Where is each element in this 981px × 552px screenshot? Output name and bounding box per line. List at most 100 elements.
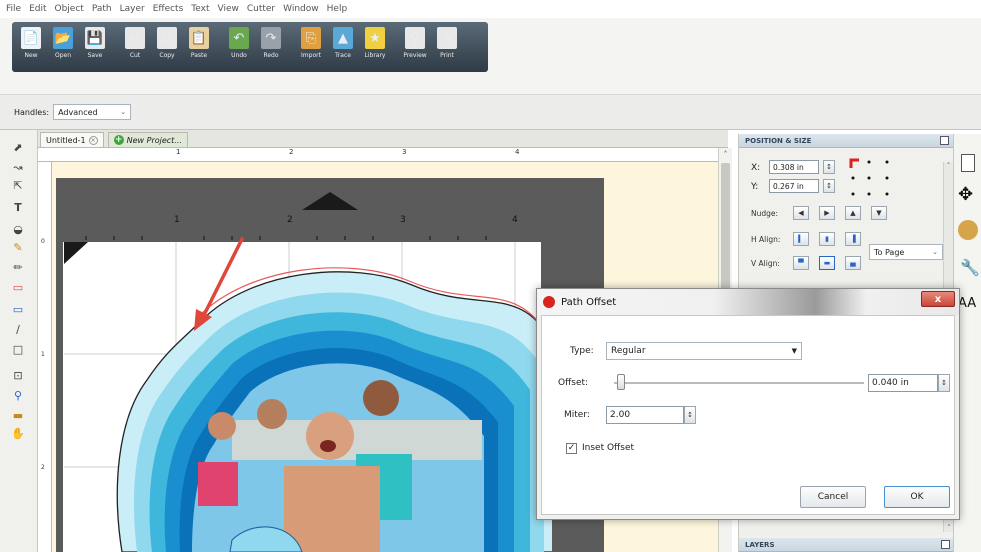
crop-tool-icon[interactable]: ⊡ bbox=[10, 368, 26, 382]
menu-bar: File Edit Object Path Layer Effects Text View Cu… bbox=[0, 0, 981, 18]
zoom-tool-icon[interactable]: ⚲ bbox=[10, 388, 26, 402]
node-edit-icon[interactable]: ⇱ bbox=[10, 178, 26, 192]
shape-tool-icon[interactable]: ▭ bbox=[10, 302, 26, 316]
inset-offset-checkbox[interactable]: ✓ bbox=[566, 443, 577, 454]
group-select-icon[interactable]: ↝ bbox=[10, 160, 26, 174]
brush-tool-icon[interactable]: ✏ bbox=[10, 260, 26, 274]
text-style-icon[interactable]: AA bbox=[958, 296, 976, 311]
offset-slider-thumb[interactable] bbox=[616, 374, 625, 390]
menu-item-edit[interactable]: Edit bbox=[29, 4, 46, 14]
menu-item-cutter[interactable]: Cutter bbox=[247, 4, 275, 14]
y-field[interactable]: 0.267 in bbox=[769, 179, 819, 193]
menu-item-text[interactable]: Text bbox=[191, 4, 209, 14]
layers-panel[interactable]: LAYERS bbox=[739, 538, 954, 552]
open-button[interactable]: 📂 Open bbox=[48, 25, 78, 69]
person-4-body bbox=[284, 466, 380, 552]
person-1 bbox=[208, 412, 236, 440]
nudge-up-icon[interactable]: ▲ bbox=[845, 206, 861, 220]
pen-tool-icon[interactable]: ◒ bbox=[10, 222, 26, 236]
menu-item-window[interactable]: Window bbox=[283, 4, 319, 14]
align-to-select[interactable]: To Page ⌄ bbox=[869, 244, 943, 260]
mat-feed-arrow-icon bbox=[302, 192, 358, 210]
app-logo-icon bbox=[543, 296, 555, 308]
tab-new-project[interactable]: + New Project... bbox=[107, 132, 188, 147]
scroll-up-icon[interactable]: ˄ bbox=[719, 150, 732, 159]
dialog-close-button[interactable]: x bbox=[921, 291, 955, 307]
cancel-button[interactable]: Cancel bbox=[800, 486, 866, 508]
scroll-up-icon[interactable]: ˄ bbox=[944, 162, 953, 170]
ruler-left-number: 0 bbox=[41, 238, 45, 245]
print-button[interactable]: ✎ Print bbox=[432, 25, 462, 69]
valign-label: V Align: bbox=[751, 259, 780, 268]
red-arrow-annotation bbox=[194, 237, 244, 331]
nudge-down-icon[interactable]: ▼ bbox=[871, 206, 887, 220]
paste-button[interactable]: 📋 Paste bbox=[184, 25, 214, 69]
miter-spinner[interactable]: ↕ bbox=[684, 406, 696, 424]
knife-tool-icon[interactable]: ∕ bbox=[10, 322, 26, 336]
menu-item-object[interactable]: Object bbox=[55, 4, 84, 14]
align-right-icon[interactable]: ▐ bbox=[845, 232, 861, 246]
offset-slider-track[interactable] bbox=[614, 382, 864, 384]
layered-wave-design[interactable] bbox=[52, 240, 552, 552]
align-top-icon[interactable]: ▀ bbox=[793, 256, 809, 270]
align-middle-v-icon[interactable]: ▬ bbox=[819, 256, 835, 270]
menu-item-view[interactable]: View bbox=[217, 4, 238, 14]
palette-icon[interactable] bbox=[958, 220, 978, 240]
ok-button[interactable]: OK bbox=[884, 486, 950, 508]
close-icon[interactable]: × bbox=[88, 135, 98, 145]
align-center-h-icon[interactable]: ▮ bbox=[819, 232, 835, 246]
panel-options-icon[interactable] bbox=[940, 136, 949, 145]
ruler-top bbox=[38, 148, 718, 162]
dialog-titlebar[interactable]: Path Offset bbox=[537, 289, 959, 315]
menu-item-effects[interactable]: Effects bbox=[153, 4, 184, 14]
toolbar-label: Print bbox=[440, 52, 454, 59]
offset-label: Offset: bbox=[558, 378, 589, 388]
new-button[interactable]: 📄 New bbox=[16, 25, 46, 69]
text-tool-icon[interactable]: T bbox=[10, 200, 26, 214]
hand-tool-icon[interactable]: ✋ bbox=[10, 426, 26, 440]
anchor-point-grid[interactable] bbox=[849, 158, 895, 198]
measure-tool-icon[interactable]: ▬ bbox=[10, 408, 26, 422]
miter-field[interactable]: 2.00 bbox=[606, 406, 684, 424]
save-button[interactable]: 💾 Save bbox=[80, 25, 110, 69]
import-button[interactable]: ⎘ Import bbox=[296, 25, 326, 69]
menu-item-help[interactable]: Help bbox=[327, 4, 348, 14]
layers-header[interactable]: LAYERS bbox=[739, 538, 954, 552]
menu-item-layer[interactable]: Layer bbox=[120, 4, 145, 14]
menu-item-path[interactable]: Path bbox=[92, 4, 112, 14]
chevron-down-icon: ⌄ bbox=[932, 248, 938, 256]
eraser-tool-icon[interactable]: ▭ bbox=[10, 280, 26, 294]
type-select[interactable]: Regular ▼ bbox=[606, 342, 802, 360]
position-size-header[interactable]: POSITION & SIZE bbox=[739, 134, 953, 148]
panel-options-icon[interactable] bbox=[941, 540, 950, 549]
pencil-tool-icon[interactable]: ✎ bbox=[10, 240, 26, 254]
wrench-icon[interactable]: 🔧 bbox=[960, 258, 980, 277]
offset-field[interactable]: 0.040 in bbox=[868, 374, 938, 392]
rectangle-tool-icon[interactable]: □ bbox=[10, 342, 26, 356]
chevron-down-icon: ⌄ bbox=[120, 108, 127, 116]
align-left-icon[interactable]: ▍ bbox=[793, 232, 809, 246]
align-bottom-icon[interactable]: ▄ bbox=[845, 256, 861, 270]
ruler-left-number: 2 bbox=[41, 464, 45, 471]
move-icon[interactable]: ✥ bbox=[958, 184, 973, 205]
dropdown-arrow-icon: ▼ bbox=[791, 347, 797, 355]
y-spinner[interactable]: ↕ bbox=[823, 179, 835, 193]
tab-untitled-1[interactable]: Untitled-1 × bbox=[40, 132, 104, 147]
trace-button[interactable]: ▲ Trace bbox=[328, 25, 358, 69]
x-spinner[interactable]: ↕ bbox=[823, 160, 835, 174]
cut-button[interactable]: ✂ Cut bbox=[120, 25, 150, 69]
document-icon[interactable] bbox=[961, 154, 975, 172]
redo-button[interactable]: ↷ Redo bbox=[256, 25, 286, 69]
menu-item-file[interactable]: File bbox=[6, 4, 21, 14]
select-arrow-icon[interactable]: ⬈ bbox=[10, 140, 26, 154]
offset-spinner[interactable]: ↕ bbox=[938, 374, 950, 392]
x-field[interactable]: 0.308 in bbox=[769, 160, 819, 174]
person-2 bbox=[257, 399, 287, 429]
handles-select[interactable]: Advanced ⌄ bbox=[53, 104, 132, 120]
preview-button[interactable]: ⚲ Preview bbox=[400, 25, 430, 69]
copy-button[interactable]: ⧉ Copy bbox=[152, 25, 182, 69]
nudge-right-icon[interactable]: ▶ bbox=[819, 206, 835, 220]
nudge-left-icon[interactable]: ◀ bbox=[793, 206, 809, 220]
undo-button[interactable]: ↶ Undo bbox=[224, 25, 254, 69]
library-button[interactable]: ★ Library bbox=[360, 25, 390, 69]
